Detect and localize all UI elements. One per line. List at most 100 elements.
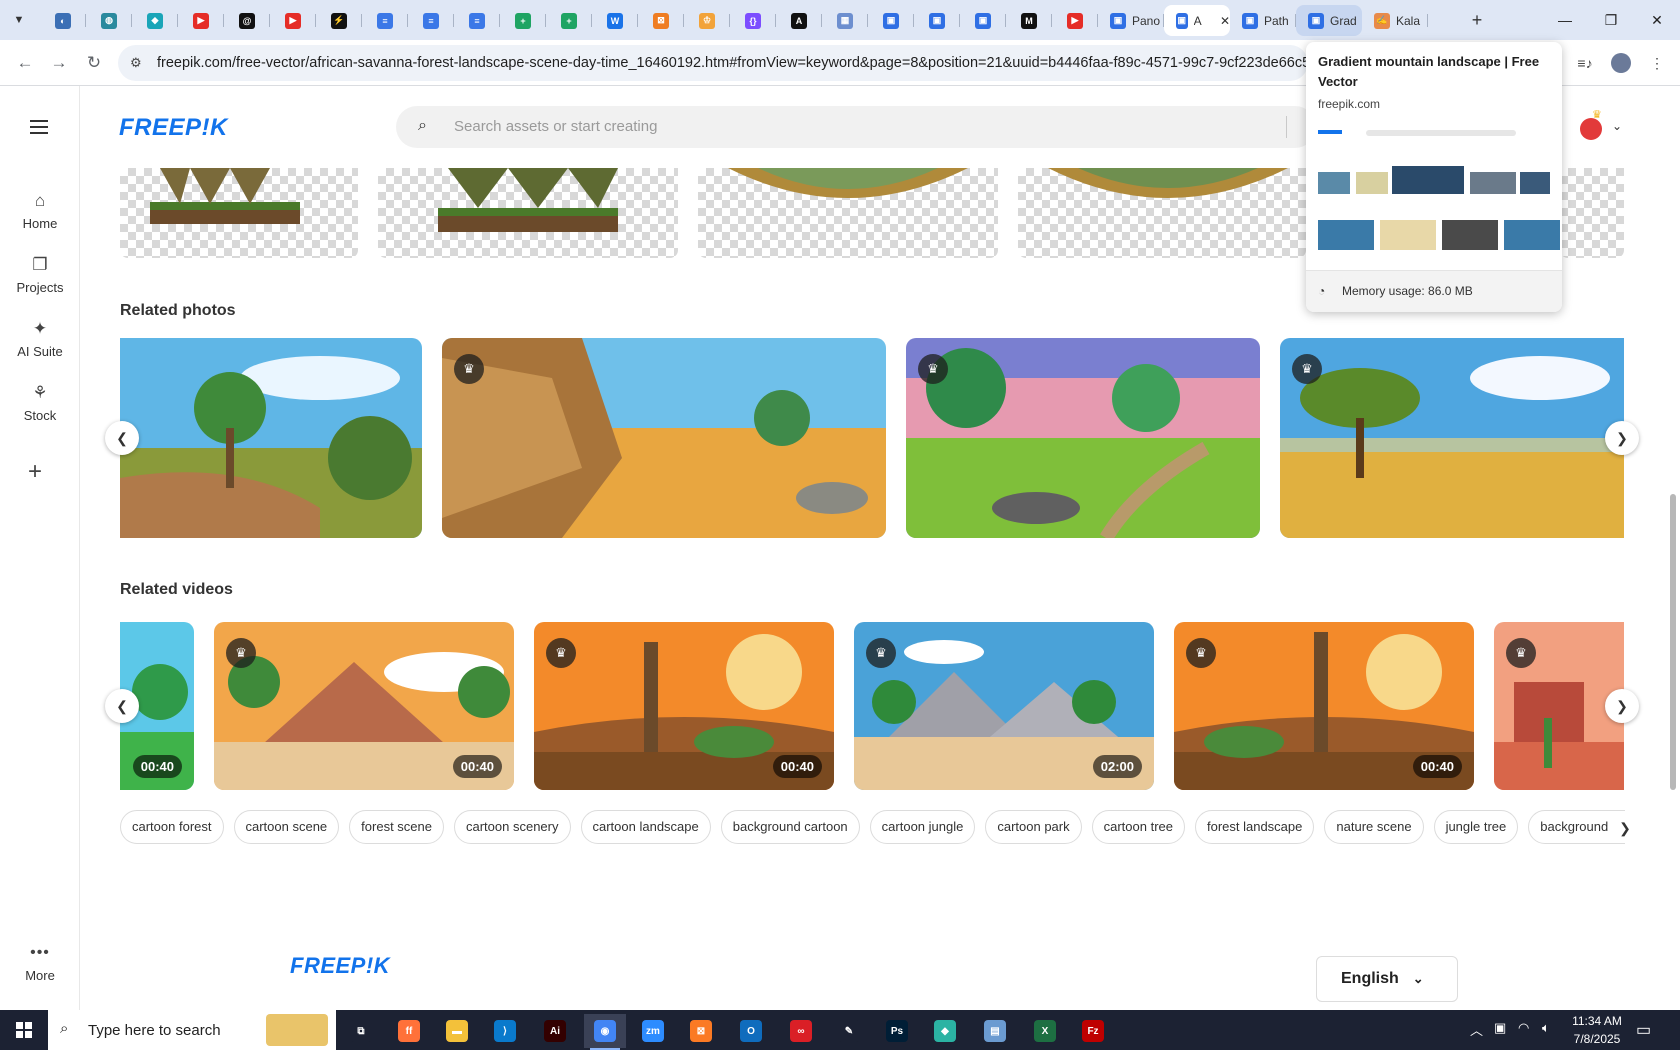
browser-tab[interactable]: @ xyxy=(224,5,270,36)
asset-card[interactable] xyxy=(698,168,998,258)
browser-tab[interactable]: ▶ xyxy=(178,5,224,36)
browser-tab[interactable]: ◐ xyxy=(40,5,86,36)
scrollbar-thumb[interactable] xyxy=(1670,494,1676,790)
browser-tab[interactable]: M xyxy=(1006,5,1052,36)
asset-card[interactable] xyxy=(1018,168,1306,258)
browser-tab[interactable]: ≡ xyxy=(454,5,500,36)
carousel-next-button[interactable]: ❯ xyxy=(1605,689,1639,723)
new-tab-button[interactable]: + xyxy=(1464,8,1490,32)
browser-tab[interactable]: ▶ xyxy=(270,5,316,36)
sidebar-item-more[interactable]: ••• More xyxy=(0,944,80,983)
browser-tab[interactable]: A xyxy=(776,5,822,36)
browser-tab[interactable]: {} xyxy=(730,5,776,36)
photo-card[interactable]: ♛ xyxy=(1280,338,1624,538)
tag-chip[interactable]: forest scene xyxy=(349,810,444,844)
tag-chip[interactable]: cartoon landscape xyxy=(580,810,711,844)
taskbar-app[interactable]: ◆ xyxy=(924,1014,966,1048)
taskbar-app[interactable]: ▤ xyxy=(974,1014,1016,1048)
address-bar[interactable]: ⚙ freepik.com/free-vector/african-savann… xyxy=(118,45,1308,81)
photo-card[interactable]: ♛ xyxy=(442,338,886,538)
hamburger-menu-icon[interactable] xyxy=(30,120,48,134)
restore-window-icon[interactable]: ❐ xyxy=(1588,0,1634,40)
taskbar-app[interactable]: ◉ xyxy=(584,1014,626,1050)
sidebar-item-ai-suite[interactable]: ✦ AI Suite xyxy=(0,318,80,359)
browser-tab[interactable]: ✍ Kala xyxy=(1362,5,1428,36)
system-clock[interactable]: 11:34 AM 7/8/2025 xyxy=(1562,1012,1632,1048)
user-avatar[interactable] xyxy=(1580,118,1602,140)
browser-tab[interactable]: ▦ xyxy=(822,5,868,36)
tag-chip[interactable]: cartoon tree xyxy=(1091,810,1185,844)
reload-icon[interactable]: ↻ xyxy=(81,50,107,76)
taskbar-app[interactable]: zm xyxy=(632,1014,674,1048)
media-queue-icon[interactable]: ≡♪ xyxy=(1572,50,1598,76)
tag-chip[interactable]: background forest xyxy=(1528,810,1625,844)
wifi-icon[interactable]: ◠ xyxy=(1518,1020,1529,1036)
taskbar-app[interactable]: O xyxy=(730,1014,772,1048)
asset-card[interactable] xyxy=(1560,168,1624,258)
browser-tab[interactable]: + xyxy=(546,5,592,36)
tag-chip[interactable]: cartoon jungle xyxy=(869,810,976,844)
photo-card[interactable] xyxy=(120,338,422,538)
tab-search-dropdown-icon[interactable]: ▼ xyxy=(6,8,32,32)
tag-chip[interactable]: cartoon scenery xyxy=(454,810,571,844)
taskbar-app[interactable]: ⧉ xyxy=(340,1014,382,1048)
tag-chip[interactable]: cartoon park xyxy=(985,810,1082,844)
taskbar-app[interactable]: ⊠ xyxy=(680,1014,722,1048)
taskbar-search-input[interactable]: Type here to search xyxy=(88,1022,221,1039)
video-card[interactable]: ♛ 00:40 xyxy=(534,622,834,790)
carousel-prev-button[interactable]: ❮ xyxy=(105,689,139,723)
footer-freepik-logo[interactable]: FREEP!K xyxy=(290,953,390,979)
taskbar-app[interactable]: ff xyxy=(388,1014,430,1048)
browser-tab[interactable]: ♔ xyxy=(684,5,730,36)
taskbar-search[interactable]: ⌕ Type here to search xyxy=(48,1010,336,1050)
video-card[interactable]: ♛ 00:40 xyxy=(214,622,514,790)
language-selector[interactable]: English ⌄ xyxy=(1316,956,1458,1002)
photo-card[interactable]: ♛ xyxy=(906,338,1260,538)
close-window-icon[interactable]: ✕ xyxy=(1634,0,1680,40)
browser-tab[interactable]: ▣ xyxy=(960,5,1006,36)
browser-tab[interactable]: ⚡ xyxy=(316,5,362,36)
notification-center-icon[interactable]: ▭ xyxy=(1636,1020,1651,1040)
video-card[interactable]: ♛ 00:40 xyxy=(1174,622,1474,790)
show-hidden-icons-icon[interactable]: ︿ xyxy=(1470,1020,1483,1039)
tag-chip[interactable]: cartoon forest xyxy=(120,810,224,844)
sidebar-item-home[interactable]: ⌂ Home xyxy=(0,190,80,231)
volume-icon[interactable]: 🔈︎ xyxy=(1542,1020,1550,1036)
tag-chip[interactable]: cartoon scene xyxy=(233,810,340,844)
browser-tab[interactable]: ▣ Path xyxy=(1230,5,1296,36)
browser-tab[interactable]: ▣ Pano xyxy=(1098,5,1164,36)
sidebar-item-projects[interactable]: ❐ Projects xyxy=(0,254,80,295)
search-bar[interactable]: ⌕ Search assets or start creating xyxy=(396,106,1316,148)
browser-tab[interactable]: ◆ xyxy=(132,5,178,36)
close-tab-icon[interactable]: ✕ xyxy=(1220,14,1230,28)
asset-card[interactable] xyxy=(120,168,358,258)
taskbar-app[interactable]: X xyxy=(1024,1014,1066,1048)
freepik-logo[interactable]: FREEP!K xyxy=(119,114,228,142)
taskbar-app[interactable]: ✎ xyxy=(828,1014,870,1048)
forward-icon[interactable]: → xyxy=(46,50,72,76)
add-icon[interactable]: + xyxy=(28,458,42,486)
browser-tab[interactable]: ≡ xyxy=(362,5,408,36)
carousel-next-button[interactable]: ❯ xyxy=(1605,421,1639,455)
url-text[interactable]: freepik.com/free-vector/african-savanna-… xyxy=(157,55,1308,71)
browser-menu-icon[interactable]: ⋮ xyxy=(1644,50,1670,76)
browser-tab[interactable]: + xyxy=(500,5,546,36)
minimize-window-icon[interactable]: — xyxy=(1542,0,1588,40)
back-icon[interactable]: ← xyxy=(12,50,38,76)
tag-chip[interactable]: nature scene xyxy=(1324,810,1424,844)
browser-tab[interactable]: ▣ Grad xyxy=(1296,5,1362,36)
taskbar-app[interactable]: ▬ xyxy=(436,1014,478,1048)
start-button[interactable] xyxy=(0,1010,48,1050)
taskbar-app[interactable]: ⟩ xyxy=(484,1014,526,1048)
browser-tab[interactable]: ▣ A ✕ xyxy=(1164,5,1230,36)
sidebar-item-stock[interactable]: ⚘ Stock xyxy=(0,382,80,423)
browser-tab[interactable]: W xyxy=(592,5,638,36)
tag-chip[interactable]: forest landscape xyxy=(1194,810,1315,844)
profile-avatar-icon[interactable] xyxy=(1608,50,1634,76)
tag-chip[interactable]: background cartoon xyxy=(720,810,860,844)
taskbar-app[interactable]: Fz xyxy=(1072,1014,1114,1048)
page-scrollbar[interactable] xyxy=(1666,86,1680,1010)
search-input[interactable]: Search assets or start creating xyxy=(454,118,657,135)
site-settings-icon[interactable]: ⚙ xyxy=(130,55,142,71)
carousel-prev-button[interactable]: ❮ xyxy=(105,421,139,455)
